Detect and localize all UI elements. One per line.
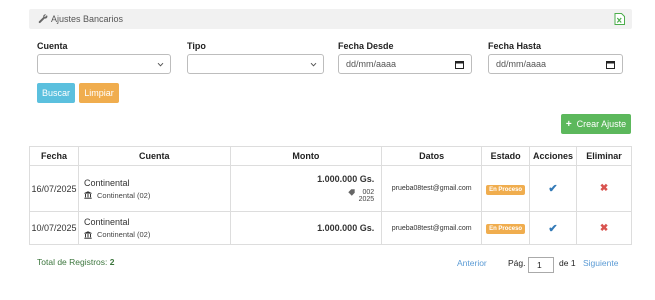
buscar-button[interactable]: Buscar [37,83,75,103]
cell-monto: 1.000.000 Gs. [229,211,383,245]
fecha-hasta-input[interactable]: dd/mm/aaaa [488,54,623,74]
pagination-of: de 1 [559,258,576,268]
cell-cuenta: Continental Continental (02) [77,165,231,212]
monto-tag: 002 [362,189,375,196]
cell-eliminar: ✖ [576,165,632,212]
col-monto: Monto [229,146,383,166]
cuenta-label: Cuenta [37,41,68,51]
delete-icon[interactable]: ✖ [600,223,608,234]
page-number-input[interactable]: 1 [528,257,554,273]
status-badge: En Proceso [486,184,526,195]
cuenta-name: Continental [83,177,130,188]
pagination-prev[interactable]: Anterior [457,258,487,268]
col-fecha: Fecha [29,146,79,166]
delete-icon[interactable]: ✖ [600,183,608,194]
cuenta-sub: Continental (02) [96,190,151,200]
monto-value: 1.000.000 Gs. [317,174,375,184]
table-row: 16/07/2025 Continental Continental (02) … [29,165,632,212]
chevron-down-icon [310,62,317,67]
cell-acciones: ✔ [529,211,578,245]
tag-icon [347,189,355,196]
cell-monto: 1.000.000 Gs. 002 2025 [229,165,383,212]
bank-icon [84,230,92,239]
monto-year: 2025 [358,196,375,203]
fecha-desde-label: Fecha Desde [338,41,394,51]
cuenta-sub: Continental (02) [96,230,151,239]
chevron-down-icon [157,62,164,67]
total-label: Total de Registros: [37,257,108,267]
tipo-select[interactable] [187,54,324,74]
pagination-next[interactable]: Siguiente [583,258,618,268]
pagination-page-label: Pág. [508,258,526,268]
table-row: 10/07/2025 Continental Continental (02) … [29,211,632,245]
fecha-desde-input[interactable]: dd/mm/aaaa [338,54,472,74]
wrench-icon [38,14,48,24]
fecha-hasta-label: Fecha Hasta [488,41,542,51]
bank-icon [84,191,92,199]
cuenta-select[interactable] [37,54,171,74]
cell-estado: En Proceso [481,165,531,212]
panel-title: Ajustes Bancarios [51,14,124,24]
calendar-icon[interactable] [455,60,464,69]
table-header-row: Fecha Cuenta Monto Datos Estado Acciones… [29,146,632,166]
col-eliminar: Eliminar [576,146,632,166]
calendar-icon[interactable] [606,60,615,69]
total-value: 2 [109,257,115,267]
excel-export-icon[interactable] [614,13,625,25]
total-registros: Total de Registros: 2 [37,257,115,267]
cell-fecha: 10/07/2025 [29,211,79,245]
cell-estado: En Proceso [481,211,531,245]
tipo-label: Tipo [187,41,206,51]
col-cuenta: Cuenta [77,146,231,166]
plus-icon: + [565,118,572,130]
check-icon[interactable]: ✔ [548,183,557,195]
col-acciones: Acciones [529,146,578,166]
cell-cuenta: Continental Continental (02) [77,211,231,245]
cell-datos: prueba08test@gmail.com [381,211,483,245]
monto-value: 1.000.000 Gs. [317,223,375,233]
limpiar-button[interactable]: Limpiar [79,83,119,103]
col-estado: Estado [481,146,531,166]
cell-acciones: ✔ [529,165,578,212]
cell-datos: prueba08test@gmail.com [381,165,483,212]
check-icon[interactable]: ✔ [548,223,557,235]
cell-eliminar: ✖ [576,211,632,245]
status-badge: En Proceso [486,224,526,234]
crear-ajuste-label: Crear Ajuste [576,119,627,129]
ajustes-table: Fecha Cuenta Monto Datos Estado Acciones… [29,146,632,245]
crear-ajuste-button[interactable]: + Crear Ajuste [561,114,631,134]
col-datos: Datos [381,146,483,166]
cell-fecha: 16/07/2025 [29,165,79,212]
cuenta-name: Continental [83,217,130,227]
panel-header: Ajustes Bancarios [29,9,632,29]
